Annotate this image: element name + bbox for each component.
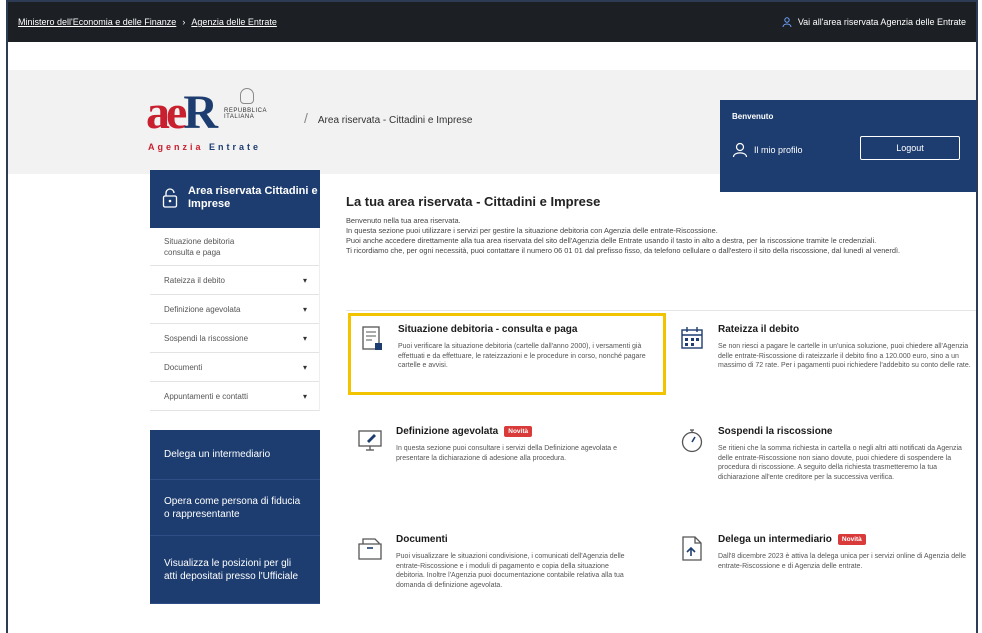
republic-emblem-icon	[240, 88, 254, 104]
divider	[346, 310, 976, 311]
card-description: Dall'8 dicembre 2023 è attiva la delega …	[718, 553, 967, 570]
sidebar-item-persona-fiducia[interactable]: Opera come persona di fiducia o rapprese…	[150, 480, 320, 536]
user-icon	[782, 17, 792, 27]
sidebar-item-situazione-debitoria[interactable]: Situazione debitoria consulta e paga	[150, 228, 319, 266]
breadcrumb-label: Area riservata - Cittadini e Imprese	[317, 115, 473, 126]
sidebar-item-documenti[interactable]: Documenti ▾	[150, 353, 319, 382]
card-description: Puoi visualizzare le situazioni condivis…	[396, 553, 625, 589]
sidebar-item-label: Situazione debitoria consulta e paga	[164, 237, 235, 257]
agenzia-logo[interactable]: aeR REPUBBLICA ITALIANA Agenzia Entrate	[146, 84, 296, 153]
card-rateizza[interactable]: Rateizza il debito Se non riesci a pagar…	[680, 324, 976, 402]
sidebar-item-appuntamenti[interactable]: Appuntamenti e contatti ▾	[150, 382, 319, 411]
welcome-box: Benvenuto Il mio profilo Logout	[720, 100, 976, 192]
card-title[interactable]: Sospendi la riscossione	[718, 426, 832, 437]
agency-link[interactable]: Agenzia delle Entrate	[191, 17, 277, 27]
logo-republic-text: REPUBBLICA ITALIANA	[224, 108, 267, 120]
intro-line: Puoi anche accedere direttamente alla tu…	[346, 236, 877, 245]
new-badge: Novità	[504, 426, 533, 437]
sidebar-item-label: Sospendi la riscossione	[164, 333, 249, 343]
sidebar-item-definizione[interactable]: Definizione agevolata ▾	[150, 295, 319, 324]
intro-line: Benvenuto nella tua area riservata.	[346, 216, 461, 225]
logo-agency-text: Agenzia Entrate	[148, 142, 261, 152]
logo-agency-b: Entrate	[209, 142, 262, 152]
card-title-label: Sospendi la riscossione	[718, 426, 833, 437]
intro-text: Benvenuto nella tua area riservata. In q…	[346, 216, 970, 256]
sidebar-heading: Area riservata Cittadini e Imprese	[150, 170, 320, 228]
sidebar-item-label: Appuntamenti e contatti	[164, 391, 249, 401]
sidebar-item-label: Documenti	[164, 362, 203, 372]
sidebar-item-delega[interactable]: Delega un intermediario	[150, 430, 320, 480]
my-profile-label: Il mio profilo	[754, 145, 803, 155]
card-delega-intermediario[interactable]: Delega un intermediario Novità Dall'8 dic…	[680, 534, 976, 604]
document-delegate-icon	[682, 536, 702, 561]
chevron-down-icon: ▾	[302, 391, 307, 401]
lock-icon	[162, 188, 178, 208]
top-bar-links: Ministero dell'Economia e delle Finanze ›…	[18, 17, 277, 27]
highlight-box	[348, 313, 666, 395]
sidebar-item-label: Visualizza le posizioni per gli atti dep…	[164, 557, 299, 582]
user-icon	[732, 142, 748, 158]
card-title-label: Documenti	[396, 534, 448, 545]
card-description: In questa sezione puoi consultare i serv…	[396, 445, 618, 462]
sidebar-item-label: Rateizza il debito	[164, 275, 225, 285]
card-definizione-agevolata[interactable]: Definizione agevolata Novità In questa se…	[358, 426, 658, 496]
chevron-down-icon: ▾	[302, 304, 307, 314]
card-sospendi-riscossione[interactable]: Sospendi la riscossione Se ritieni che l…	[680, 426, 976, 516]
new-badge: Novità	[837, 534, 866, 545]
sidebar-item-label: Delega un intermediario	[164, 449, 271, 460]
card-title[interactable]: Definizione agevolata Novità	[396, 426, 533, 437]
chevron-down-icon: ▾	[302, 362, 307, 372]
calendar-icon	[681, 327, 703, 349]
reserved-area-link[interactable]: Vai all'area riservata Agenzia delle Ent…	[782, 17, 966, 27]
sidebar-heading-label: Area riservata Cittadini e Imprese	[188, 185, 318, 210]
card-description: Se ritieni che la somma richiesta in car…	[718, 445, 962, 481]
welcome-title: Benvenuto	[732, 112, 774, 121]
intro-line: In questa sezione puoi utilizzare i serv…	[346, 226, 718, 235]
breadcrumb: / Area riservata - Cittadini e Imprese	[304, 110, 472, 126]
stopwatch-icon	[681, 429, 703, 453]
site-header: aeR REPUBBLICA ITALIANA Agenzia Entrate …	[8, 70, 976, 192]
sidebar-item-label: Definizione agevolata	[164, 304, 241, 314]
logo-agency-a: Agenzia	[148, 142, 204, 152]
top-bar: Ministero dell'Economia e delle Finanze ›…	[8, 2, 976, 42]
card-title[interactable]: Rateizza il debito	[718, 324, 799, 335]
my-profile-link[interactable]: Il mio profilo	[732, 142, 803, 158]
reserved-area-link-label[interactable]: Vai all'area riservata Agenzia delle Ent…	[798, 17, 966, 27]
page-title: La tua area riservata - Cittadini e Impr…	[346, 194, 601, 209]
card-documenti[interactable]: Documenti Puoi visualizzare le situazion…	[358, 534, 658, 624]
monitor-edit-icon	[358, 430, 382, 451]
card-title[interactable]: Delega un intermediario Novità	[718, 534, 866, 545]
folder-icon	[358, 538, 382, 560]
sidebar-item-posizioni-atti[interactable]: Visualizza le posizioni per gli atti dep…	[150, 536, 320, 604]
sidebar-item-label: Opera come persona di fiducia o rapprese…	[164, 495, 301, 520]
logout-button[interactable]: Logout	[860, 136, 960, 160]
sidebar-menu: Situazione debitoria consulta e paga Rat…	[150, 228, 320, 411]
card-title-label: Definizione agevolata	[396, 426, 499, 437]
chevron-down-icon: ▾	[302, 333, 307, 343]
sidebar-item-rateizza[interactable]: Rateizza il debito ▾	[150, 266, 319, 295]
sidebar-item-sospendi[interactable]: Sospendi la riscossione ▾	[150, 324, 319, 353]
card-title-label: Delega un intermediario	[718, 534, 832, 545]
logo-mark: aeR	[146, 86, 218, 139]
browser-frame: Ministero dell'Economia e delle Finanze ›…	[6, 0, 978, 633]
card-title-label: Rateizza il debito	[718, 324, 800, 335]
chevron-down-icon: ▾	[302, 275, 307, 285]
intro-line: Ti ricordiamo che, per ogni necessità, p…	[346, 246, 901, 255]
card-description: Se non riesci a pagare le cartelle in un…	[718, 343, 971, 370]
card-title[interactable]: Documenti	[396, 534, 448, 545]
breadcrumb-separator: /	[304, 110, 308, 126]
ministry-link[interactable]: Ministero dell'Economia e delle Finanze	[18, 17, 176, 27]
